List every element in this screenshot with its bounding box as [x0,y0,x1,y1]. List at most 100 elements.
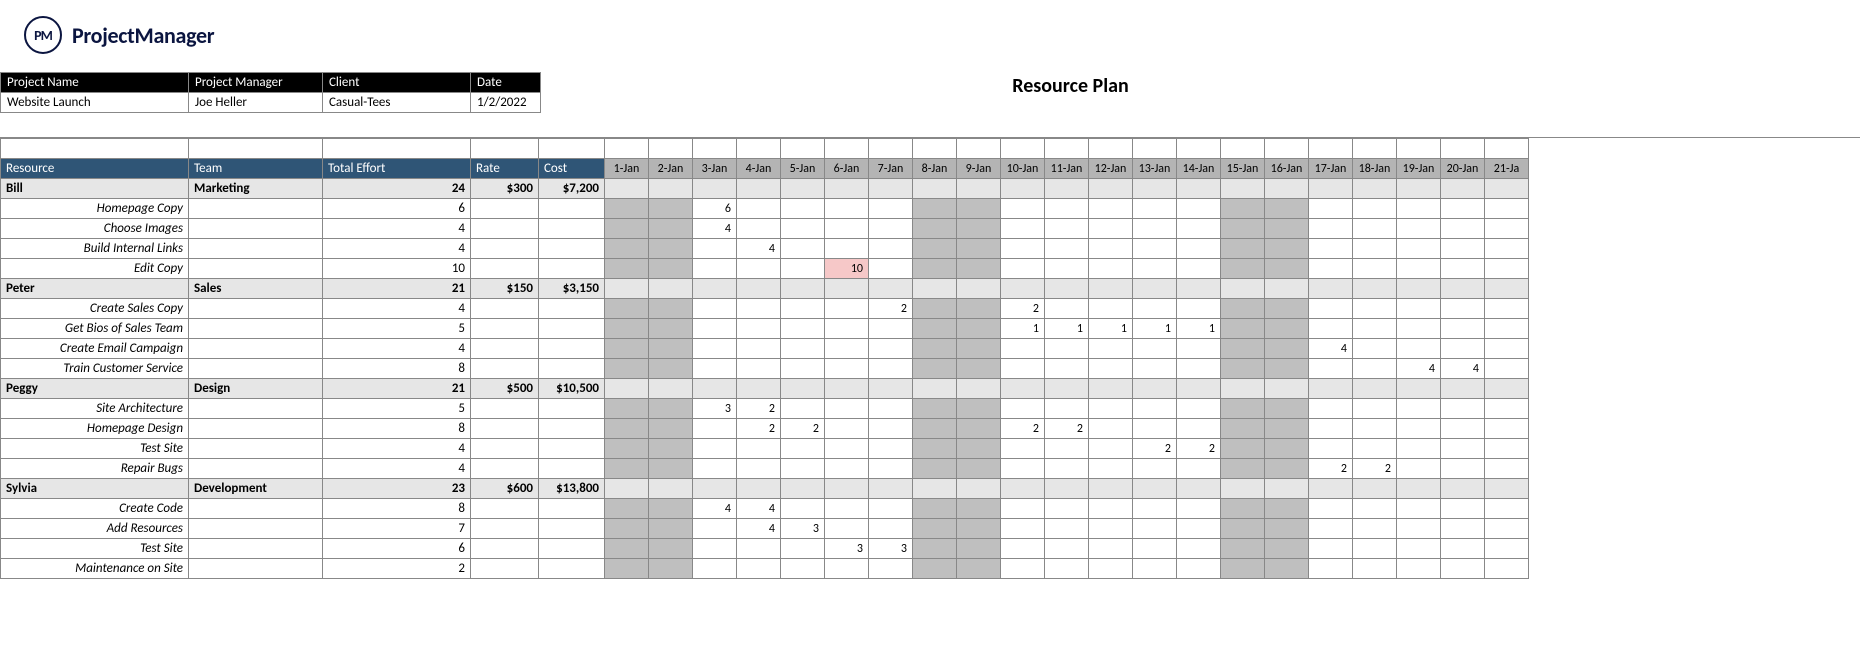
day-cell[interactable] [737,359,781,379]
day-cell[interactable] [1485,419,1529,439]
day-cell[interactable] [1177,219,1221,239]
day-cell[interactable] [1353,479,1397,499]
day-cell[interactable] [825,219,869,239]
day-cell[interactable] [825,279,869,299]
day-header[interactable]: 3-Jan [693,159,737,179]
task-rate[interactable] [471,399,539,419]
day-cell[interactable] [1001,499,1045,519]
day-cell[interactable] [1133,379,1177,399]
day-cell[interactable] [781,459,825,479]
day-cell[interactable] [1353,279,1397,299]
day-cell[interactable] [1265,479,1309,499]
day-cell[interactable]: 4 [737,519,781,539]
day-cell[interactable] [825,199,869,219]
day-header[interactable]: 19-Jan [1397,159,1441,179]
day-cell[interactable] [1089,479,1133,499]
task-rate[interactable] [471,419,539,439]
day-cell[interactable] [781,339,825,359]
day-cell[interactable] [1045,339,1089,359]
day-cell[interactable] [1397,319,1441,339]
day-cell[interactable] [1397,519,1441,539]
day-cell[interactable] [913,199,957,219]
day-cell[interactable] [1221,319,1265,339]
day-cell[interactable] [1001,199,1045,219]
day-cell[interactable] [913,439,957,459]
task-name[interactable]: Add Resources [1,519,189,539]
day-cell[interactable] [1133,519,1177,539]
day-cell[interactable] [1265,459,1309,479]
day-cell[interactable] [1485,439,1529,459]
day-cell[interactable] [1485,359,1529,379]
day-cell[interactable] [1177,199,1221,219]
day-cell[interactable] [1441,379,1485,399]
day-cell[interactable] [1397,479,1441,499]
day-cell[interactable] [1177,239,1221,259]
day-cell[interactable] [1177,279,1221,299]
task-rate[interactable] [471,339,539,359]
task-rate[interactable] [471,499,539,519]
day-cell[interactable] [737,539,781,559]
day-cell[interactable] [649,439,693,459]
day-cell[interactable] [913,479,957,499]
group-name[interactable]: Sylvia [1,479,189,499]
day-cell[interactable] [1397,299,1441,319]
day-cell[interactable] [957,179,1001,199]
day-cell[interactable] [1353,339,1397,359]
day-cell[interactable] [957,379,1001,399]
day-cell[interactable] [1001,279,1045,299]
day-cell[interactable] [605,539,649,559]
group-cost[interactable]: $3,150 [539,279,605,299]
day-cell[interactable] [1001,539,1045,559]
day-cell[interactable] [957,359,1001,379]
day-cell[interactable] [1485,239,1529,259]
day-cell[interactable] [693,359,737,379]
day-cell[interactable] [1089,279,1133,299]
day-cell[interactable] [649,559,693,579]
day-cell[interactable] [825,299,869,319]
day-cell[interactable]: 1 [1001,319,1045,339]
day-cell[interactable] [869,239,913,259]
day-cell[interactable] [1133,359,1177,379]
day-cell[interactable] [781,399,825,419]
day-cell[interactable] [737,479,781,499]
day-cell[interactable] [737,259,781,279]
task-name[interactable]: Homepage Design [1,419,189,439]
day-cell[interactable] [1045,399,1089,419]
col-header-team[interactable]: Team [189,159,323,179]
day-cell[interactable] [1397,399,1441,419]
day-cell[interactable] [737,319,781,339]
task-cost[interactable] [539,319,605,339]
day-cell[interactable] [1397,499,1441,519]
day-header[interactable]: 18-Jan [1353,159,1397,179]
day-cell[interactable] [693,339,737,359]
day-cell[interactable] [1089,559,1133,579]
task-name[interactable]: Get Bios of Sales Team [1,319,189,339]
group-team[interactable]: Development [189,479,323,499]
task-team[interactable] [189,339,323,359]
day-cell[interactable] [781,179,825,199]
day-cell[interactable] [869,199,913,219]
group-team[interactable]: Design [189,379,323,399]
day-cell[interactable] [957,199,1001,219]
day-cell[interactable] [1177,339,1221,359]
day-cell[interactable] [1089,539,1133,559]
day-cell[interactable]: 2 [737,399,781,419]
day-cell[interactable] [1045,379,1089,399]
day-cell[interactable] [1221,219,1265,239]
task-effort[interactable]: 4 [323,239,471,259]
day-cell[interactable] [1353,239,1397,259]
day-cell[interactable] [825,379,869,399]
day-cell[interactable] [1045,179,1089,199]
day-cell[interactable] [649,259,693,279]
day-cell[interactable] [825,499,869,519]
meta-value-client[interactable]: Casual-Tees [323,93,471,113]
task-cost[interactable] [539,199,605,219]
day-cell[interactable] [1353,359,1397,379]
day-cell[interactable] [649,179,693,199]
day-cell[interactable] [1177,539,1221,559]
day-cell[interactable] [1133,239,1177,259]
day-cell[interactable] [1089,199,1133,219]
day-cell[interactable] [605,299,649,319]
day-cell[interactable] [1089,459,1133,479]
day-cell[interactable] [781,359,825,379]
